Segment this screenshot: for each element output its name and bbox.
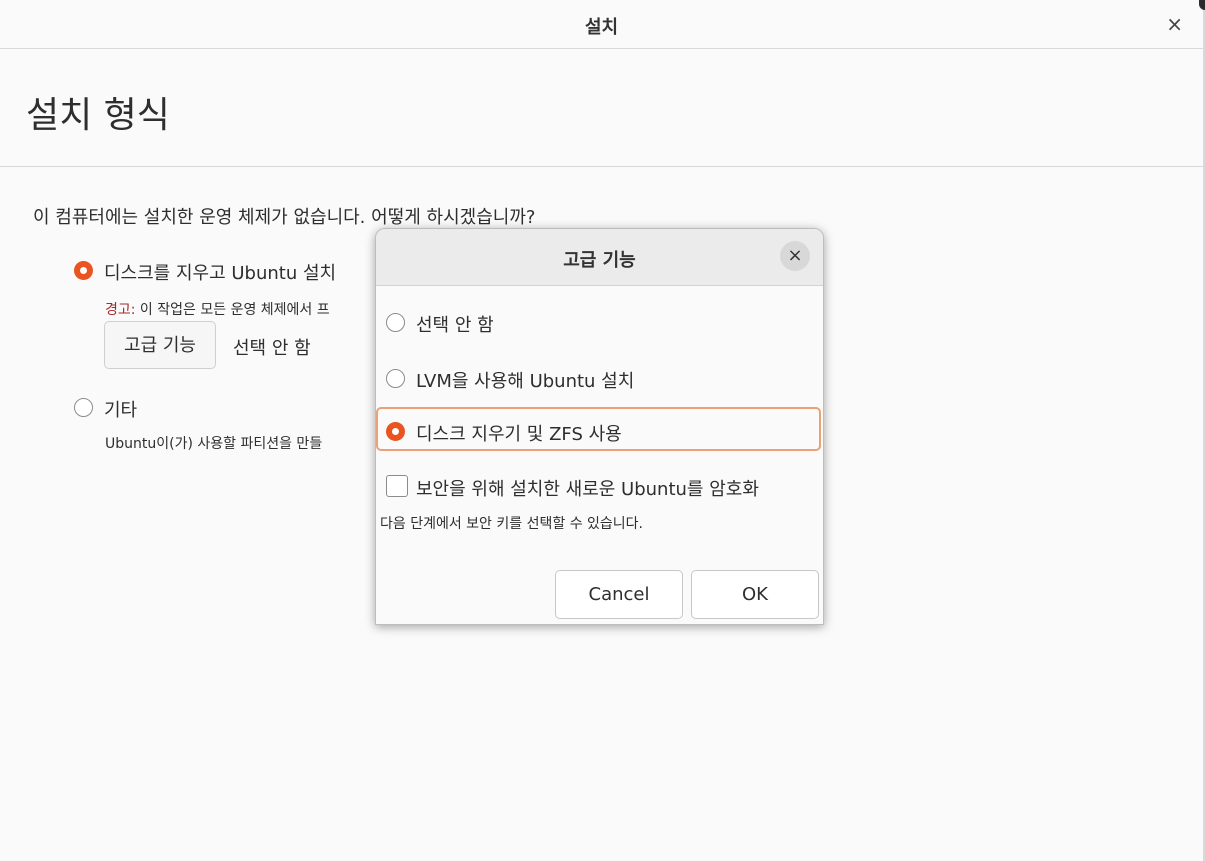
dialog-header: 고급 기능 ×	[376, 229, 823, 286]
ok-button[interactable]: OK	[691, 570, 819, 619]
dialog-option-none-label: 선택 안 함	[416, 315, 494, 336]
install-question: 이 컴퓨터에는 설치한 운영 체제가 없습니다. 어떻게 하시겠습니까?	[33, 207, 536, 228]
encrypt-checkbox[interactable]	[386, 475, 408, 497]
advanced-features-dialog: 고급 기능 × 선택 안 함 LVM을 사용해 Ubuntu 설치 디스크 지우…	[375, 228, 824, 625]
dialog-option-lvm-label: LVM을 사용해 Ubuntu 설치	[416, 371, 635, 392]
page-title: 설치 형식	[26, 95, 170, 136]
radio-unselected-icon[interactable]	[386, 369, 405, 388]
title-bar: 설치 ×	[0, 0, 1203, 49]
header-divider	[0, 166, 1203, 167]
cancel-button[interactable]: Cancel	[555, 570, 683, 619]
radio-unselected-icon[interactable]	[74, 398, 93, 417]
option-other-label: 기타	[104, 400, 138, 421]
warning-message: 이 작업은 모든 운영 체제에서 프	[135, 302, 330, 318]
dialog-close-icon[interactable]: ×	[780, 241, 810, 271]
warning-label: 경고:	[105, 302, 136, 318]
radio-selected-icon[interactable]	[74, 261, 93, 280]
dialog-title: 고급 기능	[563, 250, 636, 271]
window-title: 설치	[584, 17, 619, 38]
radio-selected-icon[interactable]	[386, 422, 405, 441]
option-erase-disk-label: 디스크를 지우고 Ubuntu 설치	[104, 263, 337, 284]
option-other-description: Ubuntu이(가) 사용할 파티션을 만들	[105, 436, 323, 452]
close-icon[interactable]: ×	[1166, 12, 1183, 36]
encrypt-description: 다음 단계에서 보안 키를 선택할 수 있습니다.	[380, 516, 643, 532]
encrypt-label: 보안을 위해 설치한 새로운 Ubuntu를 암호화	[416, 479, 759, 500]
dialog-option-zfs-label: 디스크 지우기 및 ZFS 사용	[416, 424, 622, 445]
warning-text: 경고: 이 작업은 모든 운영 체제에서 프	[105, 299, 330, 319]
advanced-features-button[interactable]: 고급 기능	[104, 321, 216, 369]
advanced-features-value: 선택 안 함	[233, 338, 311, 359]
radio-unselected-icon[interactable]	[386, 313, 405, 332]
